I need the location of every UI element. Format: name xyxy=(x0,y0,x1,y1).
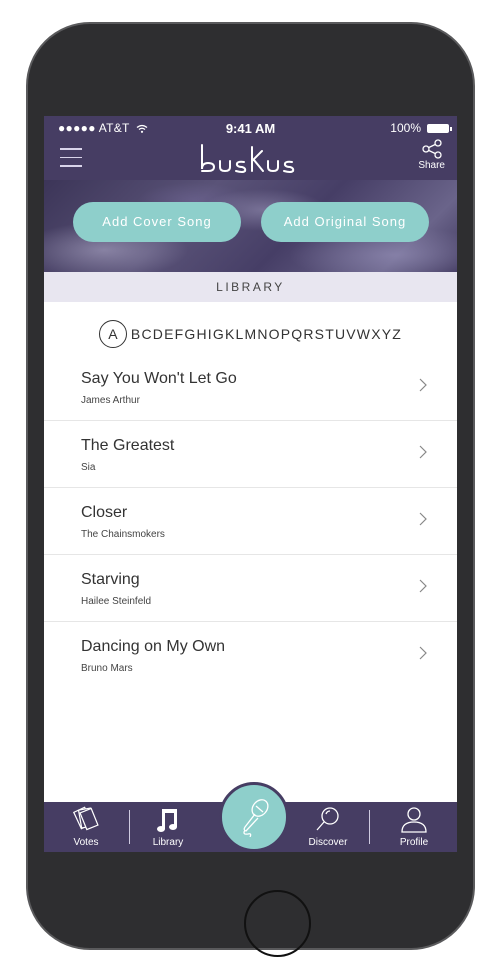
tab-library[interactable]: Library xyxy=(140,802,196,852)
song-title: Starving xyxy=(81,571,140,588)
battery-percentage: 100% xyxy=(390,121,421,135)
alphabet-letters[interactable]: BCDEFGHIGKLMNOPQRSTUVWXYZ xyxy=(131,326,402,342)
song-title: Dancing on My Own xyxy=(81,638,226,655)
song-list: Say You Won't Let Go James Arthur The Gr… xyxy=(44,354,457,688)
microphone-icon xyxy=(243,799,269,837)
share-icon xyxy=(422,139,442,159)
song-artist: The Chainsmokers xyxy=(81,529,165,540)
selected-letter[interactable]: A xyxy=(98,320,127,348)
hero-banner: Add Cover Song Add Original Song xyxy=(44,180,457,272)
profile-icon xyxy=(401,807,427,833)
cards-icon xyxy=(72,806,99,831)
chevron-right-icon xyxy=(419,445,427,459)
chevron-right-icon xyxy=(419,512,427,526)
battery-icon xyxy=(427,124,452,133)
song-artist: Hailee Steinfeld xyxy=(81,596,152,607)
tab-profile[interactable]: Profile xyxy=(384,802,444,852)
share-button[interactable]: Share xyxy=(418,139,445,171)
add-original-song-button[interactable]: Add Original Song xyxy=(261,202,429,242)
chevron-right-icon xyxy=(419,378,427,392)
alphabet-index[interactable]: A BCDEFGHIGKLMNOPQRSTUVWXYZ xyxy=(44,320,457,348)
buskus-logo xyxy=(200,144,294,173)
tab-library-label: Library xyxy=(152,837,184,848)
tab-discover-label: Discover xyxy=(308,837,348,848)
app-logo xyxy=(44,141,457,180)
app-screen: ●●●●● AT&T 9:41 AM 100% Share Add Cover … xyxy=(44,116,457,852)
song-row[interactable]: Say You Won't Let Go James Arthur xyxy=(44,354,457,421)
home-button[interactable] xyxy=(244,890,311,957)
top-bar: ●●●●● AT&T 9:41 AM 100% Share xyxy=(44,116,457,180)
tab-divider xyxy=(129,810,130,844)
library-header: LIBRARY xyxy=(44,272,457,302)
tab-discover[interactable]: Discover xyxy=(299,802,357,852)
share-label: Share xyxy=(418,160,445,171)
add-cover-song-button[interactable]: Add Cover Song xyxy=(73,202,241,242)
tab-votes-label: Votes xyxy=(73,837,99,848)
status-bar: ●●●●● AT&T 9:41 AM 100% xyxy=(44,119,457,137)
record-button[interactable] xyxy=(219,782,289,852)
song-row[interactable]: The Greatest Sia xyxy=(44,421,457,488)
chevron-right-icon xyxy=(419,579,427,593)
song-title: The Greatest xyxy=(81,437,175,454)
song-title: Closer xyxy=(81,504,128,521)
music-note-icon xyxy=(157,809,177,832)
tab-divider xyxy=(369,810,370,844)
song-row[interactable]: Closer The Chainsmokers xyxy=(44,488,457,555)
search-icon xyxy=(316,807,339,831)
song-title: Say You Won't Let Go xyxy=(81,370,237,387)
tab-profile-label: Profile xyxy=(399,837,429,848)
tab-votes[interactable]: Votes xyxy=(58,802,114,852)
song-row[interactable]: Dancing on My Own Bruno Mars xyxy=(44,622,457,688)
song-row[interactable]: Starving Hailee Steinfeld xyxy=(44,555,457,622)
chevron-right-icon xyxy=(419,646,427,660)
song-artist: Sia xyxy=(81,462,96,473)
song-artist: Bruno Mars xyxy=(81,663,133,674)
song-artist: James Arthur xyxy=(81,395,140,406)
